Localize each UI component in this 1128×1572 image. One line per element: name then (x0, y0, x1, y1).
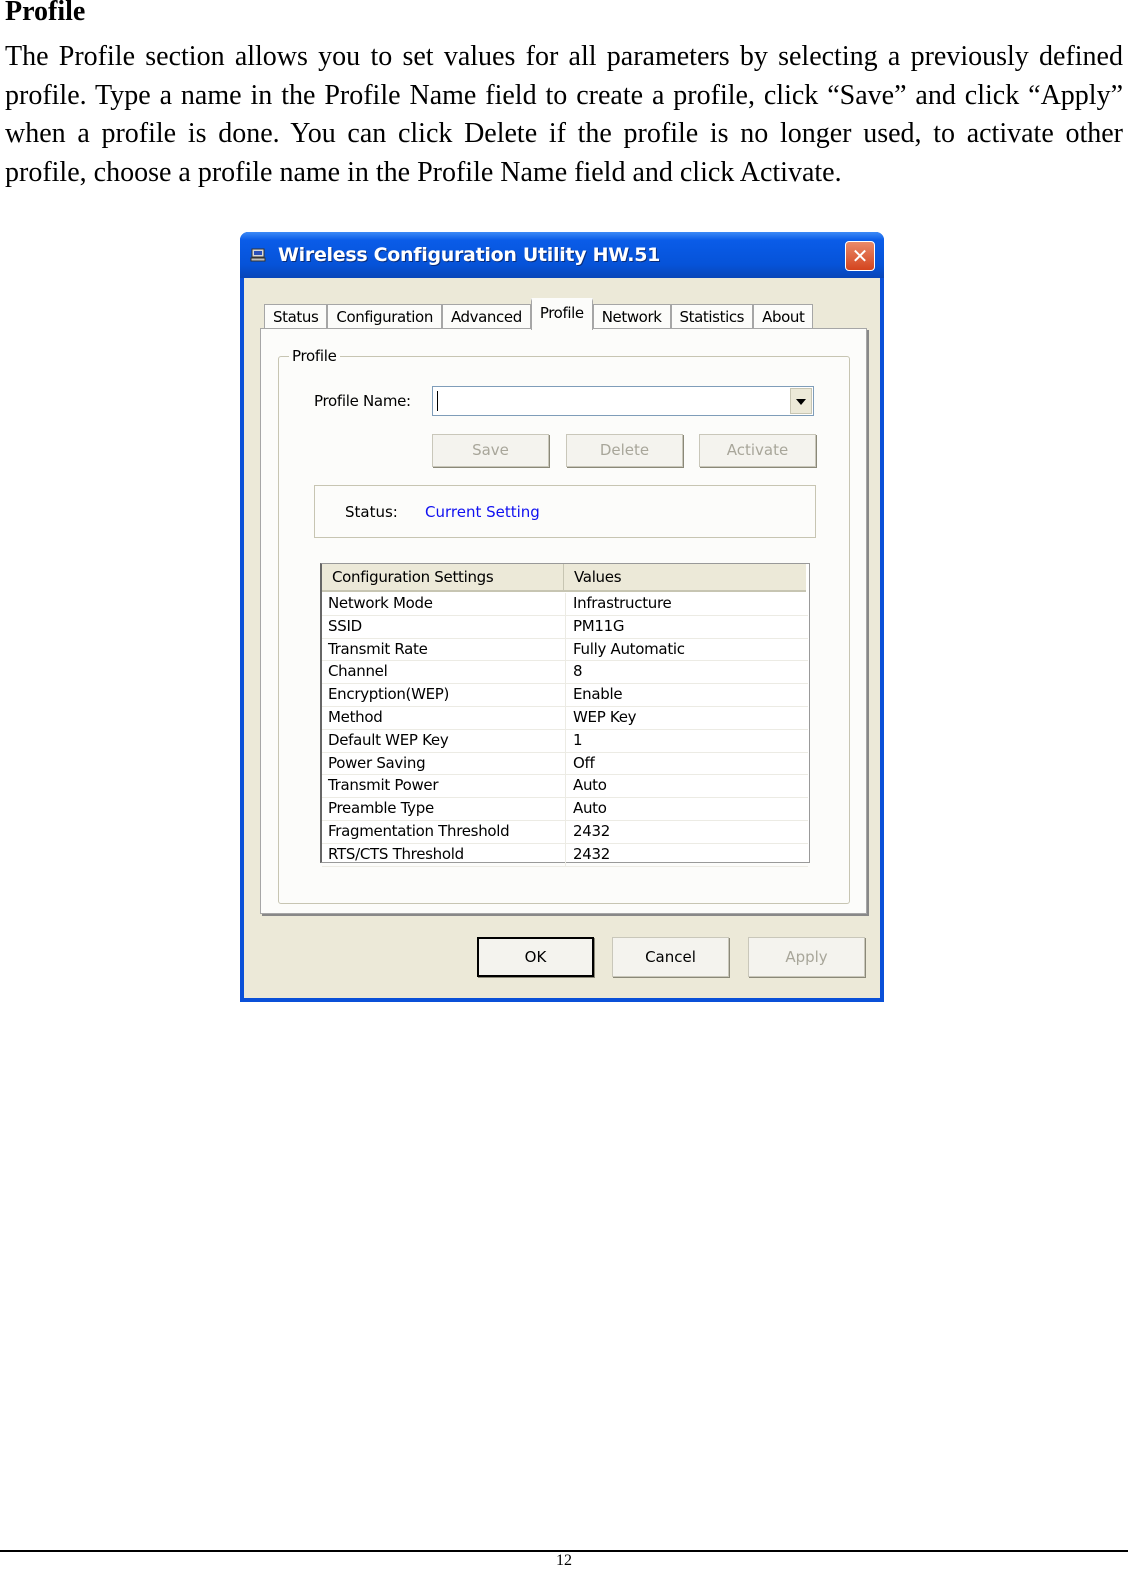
tab-advanced[interactable]: Advanced (441, 304, 531, 330)
setting-value: Auto (573, 776, 607, 795)
tab-status[interactable]: Status (264, 304, 328, 330)
table-row[interactable]: Transmit Rate Fully Automatic (322, 638, 808, 662)
table-body: Network Mode Infrastructure SSID PM11G Trans… (322, 593, 808, 867)
setting-value: Auto (573, 799, 607, 818)
profile-name-combobox[interactable] (432, 386, 814, 416)
setting-value: 2432 (573, 821, 610, 840)
window-client-area: Status Configuration Advanced Profile Ne… (244, 278, 880, 998)
table-row[interactable]: Network Mode Infrastructure (322, 593, 808, 616)
computer-icon (250, 248, 266, 262)
setting-value: Fully Automatic (573, 639, 685, 658)
section-paragraph: The Profile section allows you to set va… (5, 41, 1123, 188)
table-row[interactable]: Preamble Type Auto (322, 798, 808, 821)
setting-name: Transmit Power (322, 775, 566, 798)
table-row[interactable]: Encryption(WEP) Enable (322, 684, 808, 707)
cancel-button[interactable]: Cancel (612, 937, 729, 977)
profile-tab-panel: Profile Profile Name: Save Delete Activa… (260, 328, 867, 914)
table-row[interactable]: Power Saving Off (322, 752, 808, 776)
page-number: 12 (556, 1552, 572, 1569)
setting-name: Default WEP Key (322, 729, 566, 752)
save-button[interactable]: Save (432, 434, 549, 467)
section-heading: Profile (5, 0, 86, 27)
configuration-table: Configuration Settings Values Network Mo… (320, 563, 810, 867)
status-box: Status: Current Setting (314, 485, 816, 538)
table-row[interactable]: Method WEP Key (322, 706, 808, 730)
profile-name-label: Profile Name: (314, 392, 411, 410)
activate-button[interactable]: Activate (699, 434, 816, 467)
setting-name: RTS/CTS Threshold (322, 843, 566, 866)
close-button[interactable]: ✕ (845, 241, 875, 271)
setting-name: Channel (322, 661, 566, 684)
dropdown-arrow-icon[interactable] (790, 388, 812, 414)
tab-statistics[interactable]: Statistics (670, 304, 754, 330)
setting-value: Infrastructure (573, 594, 672, 612)
table-row[interactable]: SSID PM11G (322, 615, 808, 639)
groupbox-label: Profile (289, 347, 340, 365)
setting-name: Encryption(WEP) (322, 684, 566, 706)
tab-configuration[interactable]: Configuration (327, 304, 442, 330)
tab-profile[interactable]: Profile (530, 298, 593, 330)
status-label: Status: (345, 503, 398, 521)
setting-name: Power Saving (322, 752, 566, 775)
setting-name: Fragmentation Threshold (322, 820, 566, 843)
table-header: Configuration Settings Values (322, 564, 806, 592)
table-row[interactable]: RTS/CTS Threshold 2432 (322, 843, 808, 867)
tab-bar: Status Configuration Advanced Profile Ne… (264, 298, 814, 330)
delete-button[interactable]: Delete (566, 434, 683, 467)
close-icon: ✕ (851, 244, 869, 268)
setting-value: Enable (573, 685, 623, 704)
setting-name: Transmit Rate (322, 638, 566, 661)
profile-groupbox: Profile Profile Name: Save Delete Activa… (278, 347, 850, 904)
column-header-values[interactable]: Values (564, 564, 806, 590)
tab-about[interactable]: About (753, 304, 814, 330)
setting-name: SSID (322, 615, 566, 638)
window-title: Wireless Configuration Utility HW.51 (278, 244, 661, 266)
app-window: Wireless Configuration Utility HW.51 ✕ S… (240, 232, 884, 1002)
setting-name: Method (322, 706, 566, 729)
setting-value: Off (573, 753, 595, 772)
setting-value: 8 (573, 662, 583, 681)
column-header-settings[interactable]: Configuration Settings (322, 564, 564, 590)
setting-value: WEP Key (573, 707, 637, 726)
status-value: Current Setting (425, 503, 540, 521)
setting-value: PM11G (573, 616, 625, 635)
setting-name: Preamble Type (322, 798, 566, 820)
ok-button[interactable]: OK (477, 937, 594, 977)
table-row[interactable]: Transmit Power Auto (322, 775, 808, 799)
setting-value: 2432 (573, 844, 610, 863)
table-row[interactable]: Fragmentation Threshold 2432 (322, 820, 808, 844)
setting-value: 1 (573, 730, 583, 749)
table-row[interactable]: Default WEP Key 1 (322, 729, 808, 753)
title-bar[interactable]: Wireless Configuration Utility HW.51 ✕ (240, 232, 884, 278)
table-row[interactable]: Channel 8 (322, 661, 808, 685)
tab-network[interactable]: Network (592, 304, 671, 330)
text-caret (437, 391, 438, 411)
setting-name: Network Mode (322, 593, 566, 615)
apply-button[interactable]: Apply (748, 937, 865, 977)
